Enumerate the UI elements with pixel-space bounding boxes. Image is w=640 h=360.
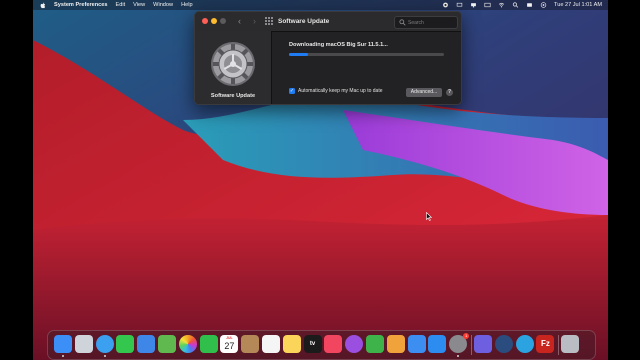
dock-maps-icon[interactable] bbox=[158, 335, 176, 353]
cast-icon[interactable] bbox=[456, 2, 463, 8]
menu-extras: Tue 27 Jul 1:01 AM bbox=[442, 0, 602, 10]
dock-numbers-icon[interactable] bbox=[366, 335, 384, 353]
battery-icon[interactable] bbox=[540, 2, 547, 8]
dock-launchpad-icon[interactable] bbox=[74, 335, 93, 353]
forward-chevron-icon[interactable]: › bbox=[250, 16, 259, 26]
menu-view[interactable]: View bbox=[133, 0, 145, 10]
search-field[interactable] bbox=[394, 16, 458, 29]
search-input[interactable] bbox=[408, 17, 454, 28]
dock-separator bbox=[557, 335, 559, 355]
dock-filezilla-icon[interactable]: Fz bbox=[536, 335, 555, 353]
display-icon[interactable] bbox=[470, 2, 477, 8]
window-title: Software Update bbox=[278, 18, 330, 25]
update-badge: 1 bbox=[463, 333, 470, 339]
keyboard-icon[interactable] bbox=[484, 2, 491, 8]
dock-music-icon[interactable] bbox=[324, 335, 343, 353]
dock-calendar-icon[interactable]: JUL 27 bbox=[220, 335, 239, 353]
dock-system-preferences-icon[interactable]: 1 bbox=[449, 333, 470, 353]
side-panel-label: Software Update bbox=[210, 93, 256, 99]
close-button[interactable] bbox=[202, 18, 208, 24]
dock-apple-tv-icon[interactable]: tv bbox=[303, 335, 322, 353]
filezilla-label: Fz bbox=[540, 339, 550, 348]
dock-podcasts-icon[interactable] bbox=[345, 335, 364, 353]
desktop: System Preferences Edit View Window Help… bbox=[33, 0, 608, 360]
apple-icon[interactable] bbox=[40, 2, 46, 9]
dock-mail-icon[interactable] bbox=[137, 335, 156, 353]
dock-photos-icon[interactable] bbox=[178, 335, 197, 353]
download-progress-fill bbox=[289, 53, 308, 56]
minimize-button[interactable] bbox=[211, 18, 217, 24]
download-progress-bar bbox=[289, 53, 444, 56]
siri-icon[interactable] bbox=[526, 2, 533, 8]
gear-icon bbox=[211, 42, 255, 86]
running-indicator bbox=[62, 355, 64, 357]
dock: JUL 27 tv 1 Fz bbox=[47, 330, 596, 360]
menu-bar: System Preferences Edit View Window Help… bbox=[33, 0, 608, 10]
dock-telegram-icon[interactable] bbox=[515, 335, 534, 353]
dock-app-store-icon[interactable] bbox=[428, 335, 447, 353]
running-indicator bbox=[103, 355, 106, 357]
dock-finder-icon[interactable] bbox=[54, 335, 72, 353]
mouse-pointer-icon bbox=[426, 212, 432, 221]
dock-separator bbox=[470, 335, 471, 355]
menu-help[interactable]: Help bbox=[181, 0, 193, 10]
dock-safari-icon[interactable] bbox=[95, 335, 114, 353]
title-bar: ‹ › Software Update bbox=[195, 12, 461, 32]
dock-pages-icon[interactable] bbox=[386, 335, 405, 353]
software-update-window: ‹ › Software Update Search Software Upda… bbox=[194, 11, 462, 105]
dock-reminders-icon[interactable] bbox=[262, 335, 280, 353]
dock-trash-icon[interactable] bbox=[561, 335, 580, 353]
back-chevron-icon[interactable]: ‹ bbox=[235, 16, 244, 26]
dock-notes-icon[interactable] bbox=[282, 335, 301, 353]
running-indicator bbox=[457, 355, 460, 357]
help-button[interactable]: ? bbox=[446, 89, 453, 96]
side-panel: Software Update bbox=[195, 31, 272, 104]
zoom-button[interactable] bbox=[220, 18, 226, 24]
dock-quicktime-icon[interactable] bbox=[494, 335, 513, 353]
dock-contacts-icon[interactable] bbox=[241, 335, 260, 353]
show-all-grid-icon[interactable] bbox=[265, 17, 273, 25]
menu-edit[interactable]: Edit bbox=[116, 0, 126, 10]
menu-window[interactable]: Window bbox=[153, 0, 173, 10]
apple-tv-label: tv bbox=[309, 341, 316, 347]
menu-app-name[interactable]: System Preferences bbox=[54, 0, 108, 10]
dock-imovie-icon[interactable] bbox=[474, 335, 492, 353]
menu-clock[interactable]: Tue 27 Jul 1:01 AM bbox=[554, 2, 602, 8]
calendar-day: 27 bbox=[224, 341, 235, 351]
auto-update-option[interactable]: ✓ Automatically keep my Mac up to date bbox=[289, 88, 383, 94]
advanced-button[interactable]: Advanced... bbox=[406, 88, 442, 97]
dock-keynote-icon[interactable] bbox=[407, 335, 426, 353]
control-center-icon[interactable] bbox=[442, 2, 449, 8]
download-status-text: Downloading macOS Big Sur 11.5.1... bbox=[289, 42, 388, 48]
auto-update-checkbox[interactable]: ✓ bbox=[289, 88, 295, 94]
dock-facetime-icon[interactable] bbox=[199, 335, 218, 353]
dock-messages-icon[interactable] bbox=[116, 335, 135, 353]
wifi-icon[interactable] bbox=[498, 2, 505, 8]
auto-update-label[interactable]: Automatically keep my Mac up to date bbox=[298, 88, 383, 94]
spotlight-icon[interactable] bbox=[512, 2, 519, 8]
search-icon bbox=[399, 19, 406, 26]
